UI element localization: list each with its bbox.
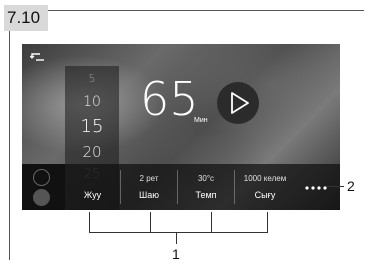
callout-number-1: 1 bbox=[172, 246, 180, 262]
mode-circle-filled[interactable] bbox=[33, 189, 50, 206]
callout-line bbox=[211, 212, 212, 232]
picker-option[interactable]: 10 bbox=[65, 94, 119, 110]
tile-rinse-top: 2 рет bbox=[139, 174, 159, 183]
picker-option-selected[interactable]: 15 bbox=[65, 116, 119, 137]
callout-line bbox=[176, 232, 177, 244]
callout-line bbox=[150, 212, 151, 232]
play-icon bbox=[231, 92, 249, 114]
more-dots-icon[interactable] bbox=[305, 186, 327, 190]
tile-wash[interactable]: Жуу bbox=[65, 164, 120, 210]
callout-line bbox=[89, 232, 268, 233]
callout-number-2: 2 bbox=[347, 178, 355, 194]
tile-spin[interactable]: 1000 келем Сығу bbox=[235, 164, 295, 210]
tile-rinse[interactable]: 2 рет Шаю bbox=[121, 164, 177, 210]
mode-circles bbox=[22, 164, 65, 210]
tile-wash-label: Жуу bbox=[83, 190, 102, 200]
tile-spin-label: Сығу bbox=[254, 190, 276, 200]
section-number-tab: 7.10 bbox=[4, 5, 48, 31]
tile-temperature-top: 30°c bbox=[197, 174, 215, 183]
callout-line bbox=[326, 186, 344, 187]
tile-rinse-label: Шаю bbox=[138, 190, 159, 200]
picker-option[interactable]: 20 bbox=[65, 143, 119, 161]
picker-option[interactable]: 5 bbox=[65, 72, 119, 85]
mode-circle-outline[interactable] bbox=[33, 169, 50, 186]
time-unit: Мин bbox=[194, 117, 208, 124]
device-screen: 5 10 15 20 25 65 Мин Жуу 2 рет Шаю 30°c … bbox=[22, 44, 340, 210]
bottom-bar: Жуу 2 рет Шаю 30°c Темп 1000 келем Сығу bbox=[22, 164, 340, 210]
side-rule bbox=[9, 31, 10, 260]
tile-temperature[interactable]: 30°c Темп bbox=[178, 164, 234, 210]
callout-line bbox=[267, 212, 268, 232]
time-value: 65 bbox=[140, 72, 199, 126]
top-rule bbox=[48, 10, 364, 11]
play-button[interactable] bbox=[217, 82, 259, 124]
callout-line bbox=[89, 212, 90, 232]
back-arrow-icon[interactable] bbox=[30, 52, 46, 64]
tile-spin-top: 1000 келем bbox=[243, 174, 287, 183]
tile-temperature-label: Темп bbox=[195, 190, 217, 200]
